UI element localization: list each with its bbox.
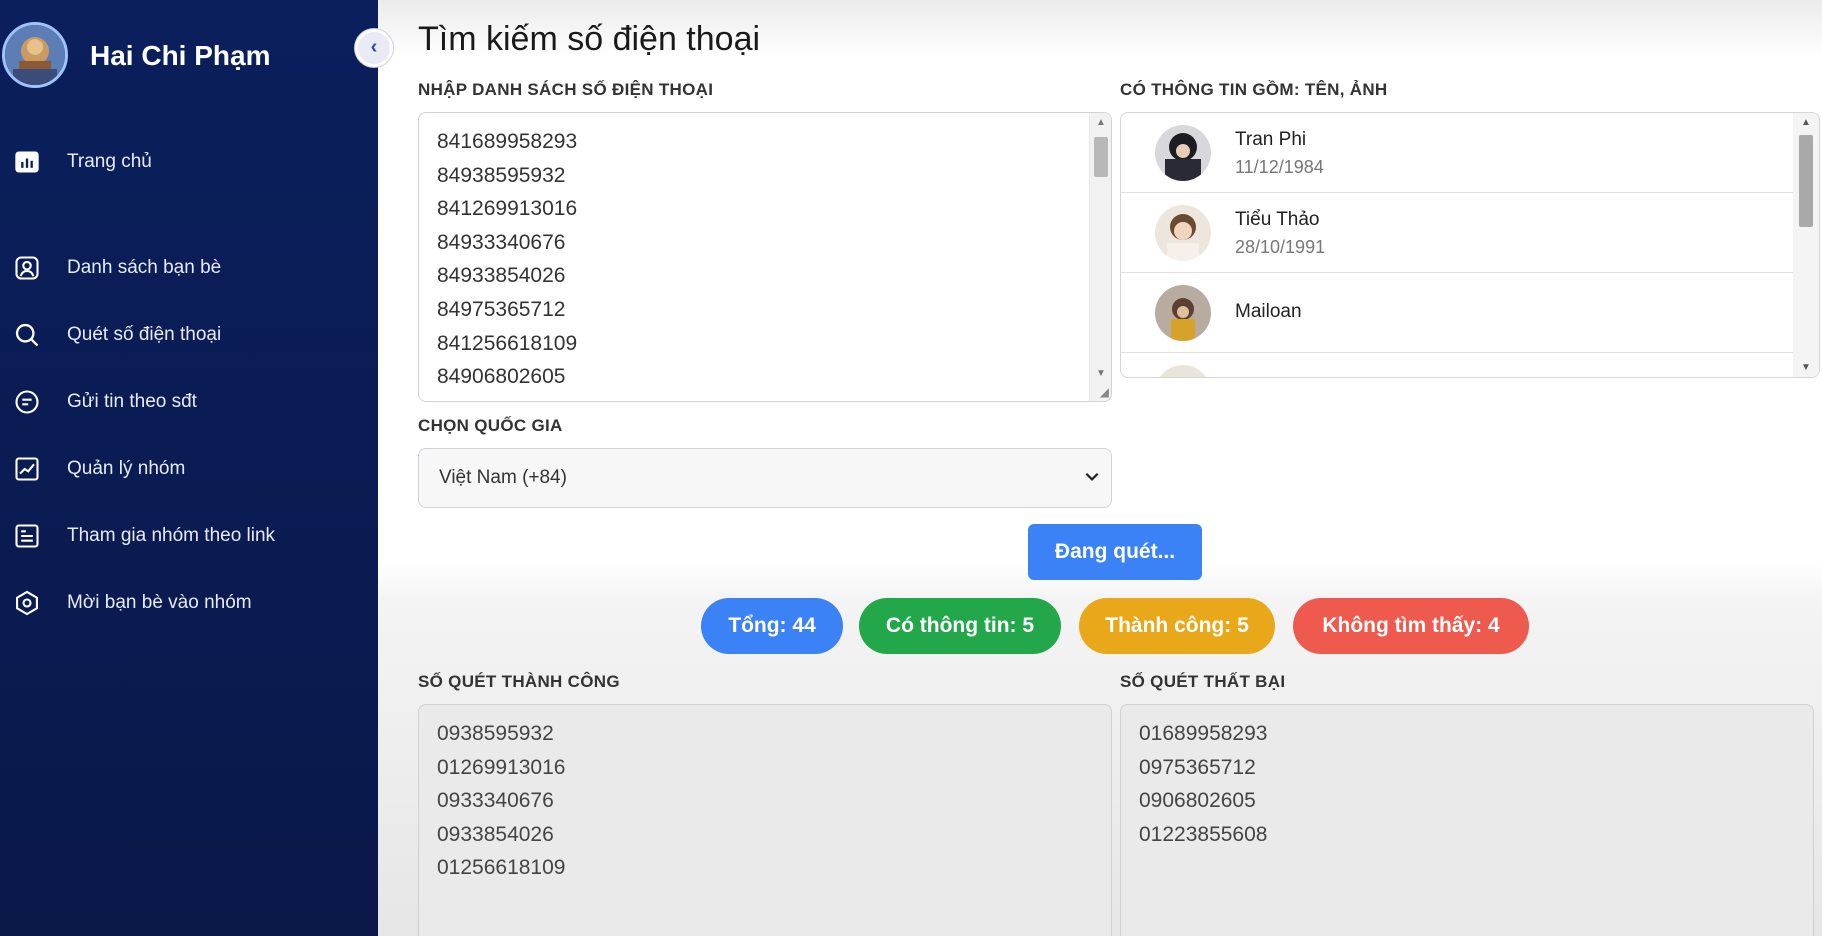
success-numbers-output[interactable]: 0938595932 01269913016 0933340676 093385… [418,704,1112,936]
country-label: CHỌN QUỐC GIA [418,416,563,435]
sidebar-item-label: Mời bạn bè vào nhóm [67,592,252,613]
profile-dob: 28/10/1991 [1235,237,1326,257]
scroll-down-arrow-icon[interactable]: ▼ [1096,368,1106,379]
phone-line: 84906802605 [437,365,566,389]
phone-line: 84933854026 [437,264,566,288]
sidebar: Hai Chi Phạm Trang chủ Danh sách bạn bè … [0,0,378,936]
failed-section-label: SỐ QUÉT THẤT BẠI [1120,672,1286,691]
total-badge: Tổng: 44 [701,598,843,654]
country-value: Việt Nam (+84) [439,467,567,488]
sidebar-item-scan-phone[interactable]: Quét số điện thoại [0,313,378,357]
user-card-icon [12,253,42,283]
hexagon-icon [12,588,42,618]
bar-chart-icon [12,147,42,177]
phone-line: 0933340676 [437,789,554,813]
profile-dob: 11/12/1984 [1235,157,1324,177]
sidebar-item-join-group[interactable]: Tham gia nhóm theo link [0,514,378,558]
sidebar-item-manage-groups[interactable]: Quản lý nhóm [0,447,378,491]
chevron-down-icon [1085,472,1099,481]
scan-button[interactable]: Đang quét... [1028,524,1202,580]
main-content: Tìm kiếm số điện thoại NHẬP DANH SÁCH SỐ… [378,0,1822,936]
success-lines: 0938595932 01269913016 0933340676 093385… [437,717,565,885]
list-item[interactable]: Tiểu Thảo 28/10/1991 [1121,193,1793,273]
page-title: Tìm kiếm số điện thoại [418,20,761,58]
sidebar-item-home[interactable]: Trang chủ [0,140,378,184]
avatar [1155,285,1211,341]
sidebar-item-label: Quản lý nhóm [67,458,186,479]
profiles-section-label: CÓ THÔNG TIN GỒM: TÊN, ẢNH [1120,80,1388,99]
avatar [1155,365,1211,377]
sidebar-item-label: Danh sách bạn bè [67,257,222,278]
scroll-up-arrow-icon[interactable]: ▲ [1096,117,1106,128]
resize-grip-icon[interactable]: ◢ [1100,385,1109,399]
list-item[interactable]: Tran Phi 11/12/1984 [1121,113,1793,193]
not-found-badge: Không tìm thấy: 4 [1293,598,1529,654]
line-chart-icon [12,454,42,484]
document-icon [12,521,42,551]
country-select[interactable]: Việt Nam (+84) [418,448,1112,508]
phone-list-lines: 841689958293 84938595932 841269913016 84… [437,125,577,394]
sidebar-item-label: Gửi tin theo sđt [67,391,197,412]
sidebar-item-invite-friends[interactable]: Mời bạn bè vào nhóm [0,581,378,625]
list-item[interactable] [1121,353,1793,377]
search-icon [12,320,42,350]
phone-line: 0975365712 [1139,755,1256,779]
success-section-label: SỐ QUÉT THÀNH CÔNG [418,672,620,691]
textarea-scrollbar[interactable]: ▲ ▼ [1089,113,1111,401]
failed-lines: 01689958293 0975365712 0906802605 012238… [1139,717,1267,851]
scroll-down-arrow-icon[interactable]: ▼ [1801,362,1811,373]
phone-line: 84933340676 [437,230,566,254]
phone-line: 84975365712 [437,297,566,321]
chevron-left-icon: ‹ [370,36,378,58]
scroll-up-arrow-icon[interactable]: ▲ [1801,117,1811,128]
profile-name: Tran Phi [1235,129,1307,150]
phone-line: 01256618109 [437,856,566,880]
sidebar-item-label: Quét số điện thoại [67,324,222,345]
input-section-label: NHẬP DANH SÁCH SỐ ĐIỆN THOẠI [418,80,714,99]
avatar [1155,125,1211,181]
user-profile: Hai Chi Phạm [0,22,378,94]
avatar [1155,205,1211,261]
chat-icon [12,387,42,417]
phone-line: 841269913016 [437,197,578,221]
phone-line: 01223855608 [1139,822,1268,846]
phone-line: 0906802605 [1139,789,1256,813]
phone-line: 0938595932 [437,722,554,745]
sidebar-item-send-message[interactable]: Gửi tin theo sđt [0,380,378,424]
failed-numbers-output[interactable]: 01689958293 0975365712 0906802605 012238… [1120,704,1814,936]
list-scrollbar[interactable]: ▲ ▼ [1793,113,1819,377]
collapse-sidebar-button[interactable]: ‹ [355,29,393,67]
phone-list-input[interactable]: 841689958293 84938595932 841269913016 84… [418,112,1112,402]
avatar[interactable] [2,22,68,88]
success-badge: Thành công: 5 [1079,598,1275,654]
profiles-list: Tran Phi 11/12/1984 Tiểu Thảo 28/10/1991… [1120,112,1820,378]
list-item[interactable]: Mailoan [1121,273,1793,353]
scroll-thumb[interactable] [1799,135,1813,227]
user-name: Hai Chi Phạm [90,40,271,71]
phone-line: 01269913016 [437,755,566,779]
sidebar-item-label: Tham gia nhóm theo link [67,525,276,546]
has-info-badge: Có thông tin: 5 [859,598,1061,654]
profile-name: Tiểu Thảo [1235,209,1320,230]
phone-line: 01689958293 [1139,722,1268,745]
phone-line: 84938595932 [437,163,566,187]
phone-line: 0933854026 [437,822,554,846]
profile-name: Mailoan [1235,301,1302,322]
sidebar-item-label: Trang chủ [67,151,152,172]
scroll-thumb[interactable] [1094,137,1108,177]
sidebar-item-friends[interactable]: Danh sách bạn bè [0,246,378,290]
phone-line: 841256618109 [437,331,578,355]
phone-line: 841689958293 [437,130,578,153]
